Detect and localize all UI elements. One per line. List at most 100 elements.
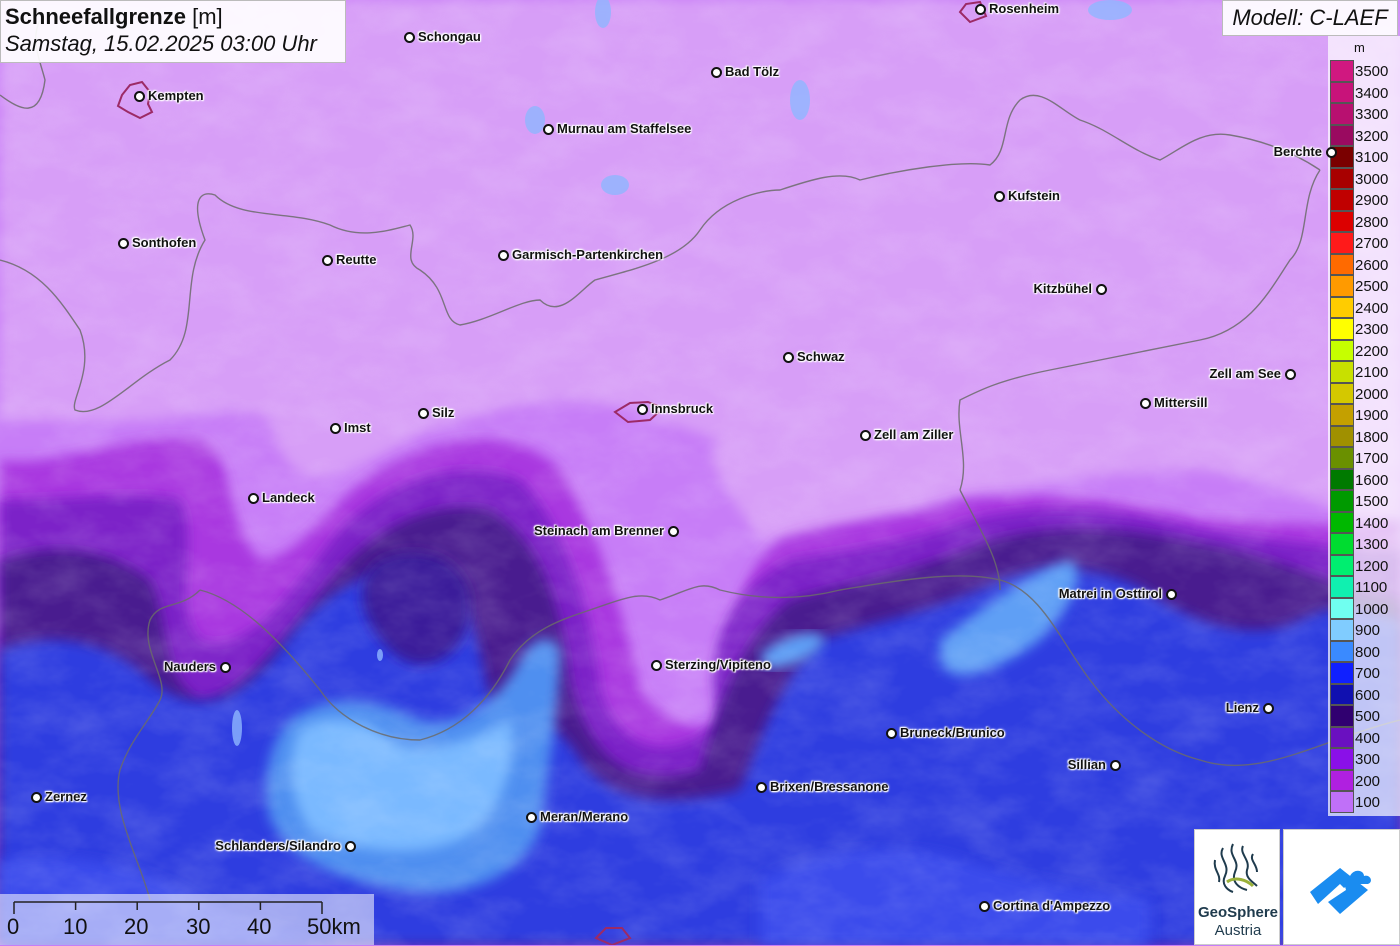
city-dot-icon [1285, 369, 1296, 380]
city-dot-icon [330, 423, 341, 434]
legend-label: 1500 [1355, 493, 1389, 510]
city-dot-icon [979, 901, 990, 912]
legend-entry: 900 [1328, 619, 1400, 641]
city-name: Schwaz [797, 349, 845, 364]
legend-swatch [1330, 597, 1354, 619]
legend-label: 300 [1355, 751, 1381, 768]
city-name: Imst [344, 420, 371, 435]
legend-swatch [1330, 447, 1354, 469]
city-name: Matrei in Osttirol [1058, 586, 1162, 601]
map-title: Schneefallgrenze [m] [5, 4, 341, 30]
legend-entry: 1600 [1328, 468, 1400, 490]
scale-label-40: 40 [247, 914, 272, 939]
legend-entry: 3300 [1328, 103, 1400, 125]
city-dot-icon [756, 782, 767, 793]
legend-swatch [1330, 81, 1354, 103]
legend-entry: 3400 [1328, 81, 1400, 103]
legend-entry: 1100 [1328, 576, 1400, 598]
city-dot-icon [711, 67, 722, 78]
legend-swatch [1330, 404, 1354, 426]
legend-entry: 2300 [1328, 318, 1400, 340]
legend-label: 2100 [1355, 364, 1389, 381]
legend-swatch [1330, 60, 1354, 82]
city-dot-icon [651, 660, 662, 671]
legend-label: 1800 [1355, 428, 1389, 446]
legend-entry: 2600 [1328, 253, 1400, 275]
legend-swatch [1330, 275, 1354, 297]
legend-swatch [1330, 296, 1354, 318]
scale-label-10: 10 [63, 914, 88, 939]
city-dot-icon [994, 191, 1005, 202]
city-name: Sonthofen [132, 235, 197, 250]
city-name: Sterzing/Vipiteno [665, 657, 771, 672]
city-name: Murnau am Staffelsee [557, 121, 692, 136]
legend-entry: 3200 [1328, 124, 1400, 146]
legend-swatch [1330, 361, 1354, 383]
city-name: Landeck [262, 490, 315, 505]
legend-label: 2500 [1355, 278, 1389, 295]
legend-entry: 200 [1328, 769, 1400, 791]
city-dot-icon [248, 493, 259, 504]
city-dot-icon [783, 352, 794, 363]
legend-entry: 1700 [1328, 447, 1400, 469]
weather-app-logo[interactable] [1283, 829, 1400, 945]
legend-label: 2900 [1355, 192, 1389, 209]
legend-swatch [1330, 791, 1354, 813]
legend-entry: 600 [1328, 683, 1400, 705]
legend-entry: 1300 [1328, 533, 1400, 555]
legend-swatch [1330, 339, 1354, 361]
legend-label: 3100 [1355, 149, 1389, 166]
legend-entry: 700 [1328, 662, 1400, 684]
city-dot-icon [322, 255, 333, 266]
legend-label: 1700 [1355, 450, 1389, 467]
city-name: Innsbruck [651, 401, 714, 416]
legend-swatch [1330, 468, 1354, 490]
legend-swatch [1330, 554, 1354, 576]
city-dot-icon [526, 812, 537, 823]
geosphere-logo[interactable]: GeoSphere Austria [1194, 829, 1280, 945]
legend-label: 3000 [1355, 170, 1389, 188]
legend-swatch [1330, 683, 1354, 705]
legend-entry: 2000 [1328, 382, 1400, 404]
city-dot-icon [1140, 398, 1151, 409]
city-dot-icon [543, 124, 554, 135]
terrain-relief [0, 0, 1400, 945]
title-unit: [m] [192, 4, 223, 29]
city-name: Nauders [163, 659, 216, 674]
legend-entry: 2100 [1328, 361, 1400, 383]
legend-entry: 800 [1328, 640, 1400, 662]
legend-swatch [1330, 748, 1354, 770]
legend-swatch [1330, 382, 1354, 404]
legend-entry: 2700 [1328, 232, 1400, 254]
legend-entry: 1400 [1328, 511, 1400, 533]
legend-label: 1600 [1355, 471, 1389, 489]
scale-label-30: 30 [186, 914, 211, 939]
legend-label: 1200 [1355, 557, 1389, 575]
city-dot-icon [975, 4, 986, 15]
legend-entry: 2900 [1328, 189, 1400, 211]
snowfall-line-map[interactable] [0, 0, 1400, 945]
legend-swatch [1330, 726, 1354, 748]
city-name: Reutte [336, 252, 377, 267]
legend-label: 700 [1355, 665, 1381, 682]
legend-swatch [1330, 167, 1354, 189]
mountain-cloud-icon [1310, 868, 1371, 914]
city-name: Silz [432, 405, 455, 420]
city-dot-icon [860, 430, 871, 441]
legend-swatch [1330, 253, 1354, 275]
city-dot-icon [1263, 703, 1274, 714]
legend-entry: 1200 [1328, 554, 1400, 576]
legend-entry: 1800 [1328, 425, 1400, 447]
legend-swatch [1330, 103, 1354, 125]
legend-label: 3200 [1355, 127, 1389, 145]
legend-entry: 1000 [1328, 597, 1400, 619]
city-name: Schongau [418, 29, 481, 44]
legend-swatch [1330, 318, 1354, 340]
scale-label-20: 20 [124, 914, 149, 939]
legend-label: 400 [1355, 729, 1381, 747]
legend-entry: 1900 [1328, 404, 1400, 426]
legend-label: 2800 [1355, 213, 1389, 231]
legend-entry: 3100 [1328, 146, 1400, 168]
legend-swatch [1330, 533, 1354, 555]
city-name: Lienz [1225, 700, 1259, 715]
